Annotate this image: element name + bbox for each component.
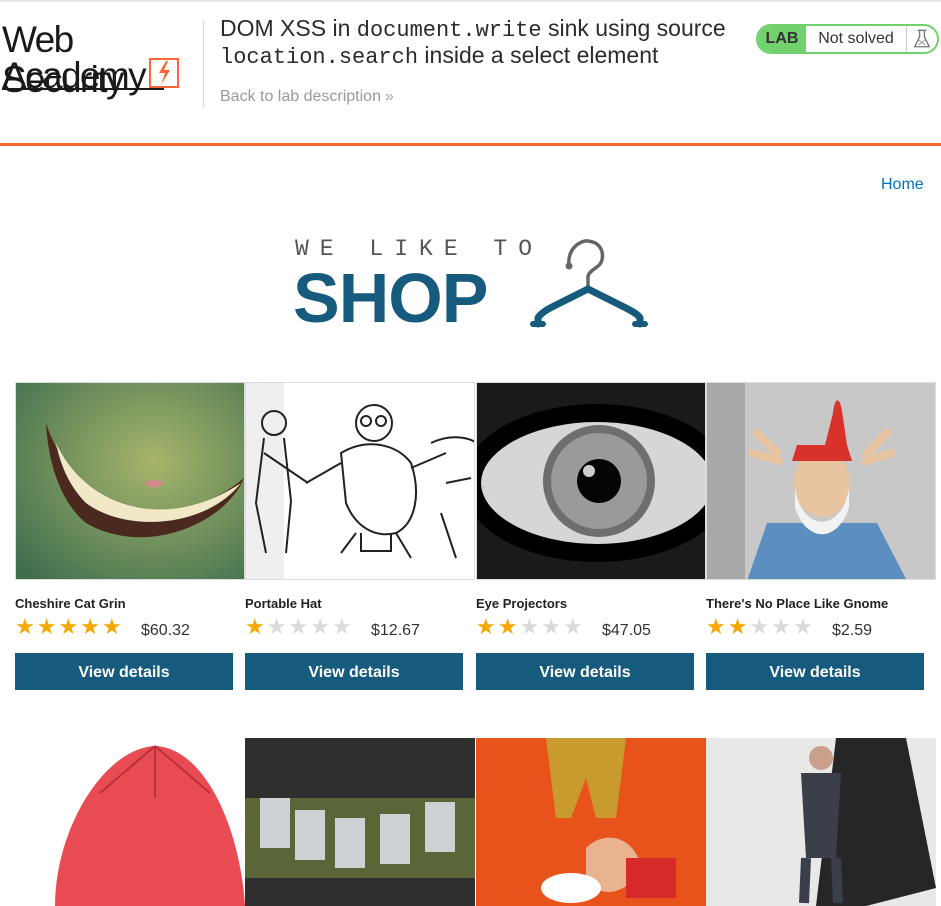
logo-line-2: Academy bbox=[2, 55, 147, 96]
star-icon: ★ bbox=[331, 614, 354, 639]
toy-figures-image bbox=[476, 738, 706, 906]
star-icon: ★ bbox=[519, 614, 542, 639]
lab-status-badge: LAB Not solved bbox=[756, 24, 939, 54]
double-chevron-right-icon: » bbox=[384, 88, 394, 105]
portable-hat-sketch-image bbox=[245, 382, 475, 580]
star-icon: ★ bbox=[749, 614, 772, 639]
product-rating: ★★★★★ bbox=[706, 616, 815, 638]
product-name: There's No Place Like Gnome bbox=[706, 596, 889, 611]
star-icon: ★ bbox=[80, 614, 102, 639]
lab-label: LAB bbox=[758, 26, 806, 52]
product-name: Eye Projectors bbox=[476, 596, 568, 611]
star-icon: ★ bbox=[792, 614, 815, 639]
product-name: Cheshire Cat Grin bbox=[15, 596, 126, 611]
red-umbrella-image bbox=[15, 738, 245, 906]
product-price: $2.59 bbox=[832, 622, 873, 639]
star-icon: ★ bbox=[266, 614, 289, 639]
product-rating: ★★★★★ bbox=[15, 616, 124, 638]
view-details-button[interactable]: View details bbox=[245, 653, 463, 690]
back-to-lab-description-link[interactable]: Back to lab description» bbox=[220, 88, 394, 106]
star-icon: ★ bbox=[245, 614, 267, 639]
view-details-button[interactable]: View details bbox=[15, 653, 233, 690]
flask-icon bbox=[906, 26, 931, 52]
academy-logo[interactable]: Web Security Academy bbox=[2, 20, 202, 100]
star-icon: ★ bbox=[727, 614, 750, 639]
product-name: Portable Hat bbox=[245, 596, 322, 611]
product-price: $47.05 bbox=[602, 622, 651, 639]
hanger-icon bbox=[530, 239, 648, 328]
star-icon: ★ bbox=[706, 614, 728, 639]
view-details-button[interactable]: View details bbox=[706, 653, 924, 690]
star-icon: ★ bbox=[58, 614, 81, 639]
star-icon: ★ bbox=[541, 614, 563, 639]
gnome-man-image bbox=[706, 382, 936, 580]
star-icon: ★ bbox=[101, 614, 124, 639]
header-accent-line bbox=[0, 143, 941, 146]
star-icon: ★ bbox=[771, 614, 793, 639]
cheshire-cat-image bbox=[15, 382, 245, 580]
top-border bbox=[0, 0, 941, 2]
product-price: $12.67 bbox=[371, 622, 420, 639]
lab-header: Web Security Academy DOM XSS in document… bbox=[0, 0, 941, 143]
eye-closeup-image bbox=[476, 382, 706, 580]
businessman-phone-image bbox=[706, 738, 936, 906]
star-icon: ★ bbox=[310, 614, 332, 639]
star-icon: ★ bbox=[476, 614, 498, 639]
product-rating: ★★★★★ bbox=[245, 616, 354, 638]
lightning-bolt-icon bbox=[149, 58, 179, 88]
product-rating: ★★★★★ bbox=[476, 616, 585, 638]
header-divider bbox=[203, 20, 204, 108]
star-icon: ★ bbox=[15, 614, 37, 639]
star-icon: ★ bbox=[288, 614, 311, 639]
lab-title: DOM XSS in document.write sink using sou… bbox=[220, 15, 726, 70]
star-icon: ★ bbox=[36, 614, 59, 639]
lab-status: Not solved bbox=[818, 30, 894, 47]
view-details-button[interactable]: View details bbox=[476, 653, 694, 690]
logo-underline bbox=[2, 88, 164, 90]
product-price: $60.32 bbox=[141, 622, 190, 639]
star-icon: ★ bbox=[562, 614, 585, 639]
home-link[interactable]: Home bbox=[881, 176, 924, 194]
beer-can-belt-image bbox=[245, 738, 475, 906]
shop-logo-text: SHOP bbox=[293, 259, 488, 337]
star-icon: ★ bbox=[497, 614, 520, 639]
